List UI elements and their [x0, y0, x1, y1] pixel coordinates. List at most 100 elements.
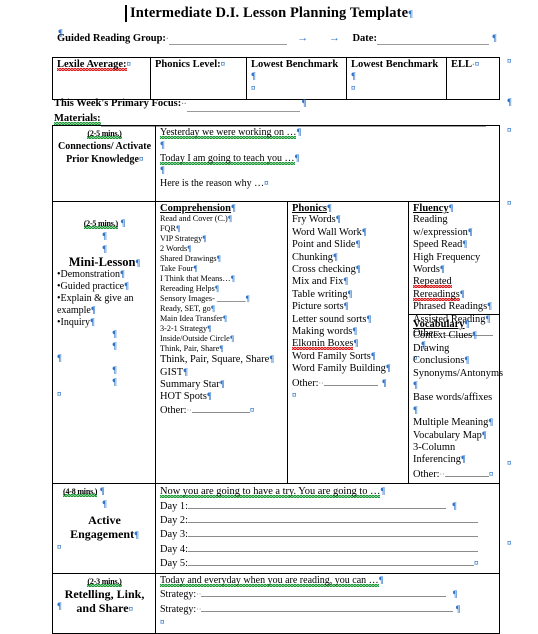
retelling-prompt-text: Today and everyday when you are reading,… — [160, 574, 379, 586]
row-end-mark-mini-lesson: ¤ — [507, 198, 512, 208]
vocabulary-list: Context Clues¶ Drawing Conclusions¶ Syno… — [413, 330, 504, 480]
pilcrow-glyph: ¶ — [353, 338, 359, 349]
pilcrow-glyph: ¶ — [175, 224, 181, 234]
cell-retelling-content[interactable]: Today and everyday when you are reading,… — [155, 572, 500, 634]
comprehension-item-13: Think, Pair, Share — [160, 344, 220, 354]
mini-lesson-bullet-0: Demonstration — [60, 269, 120, 280]
pilcrow-glyph: ¶ — [452, 589, 458, 600]
cell-connections-label[interactable]: (2-5 mins.) Connections/ Activate Prior … — [52, 125, 156, 202]
connections-line-3: Here is the reason why …¤ — [160, 178, 496, 191]
cell-ell[interactable]: ELL·¤ — [446, 57, 500, 100]
comprehension-other-input[interactable] — [191, 403, 250, 414]
fluency-item-3: Repeated Rereadings — [413, 276, 460, 302]
phonics-list: Fry Words¶ Word Wall Work¶ Point and Sli… — [292, 214, 391, 400]
mini-lesson-bullet-1: Guided practice — [60, 281, 125, 292]
pilcrow-blank-1: ¶ — [160, 139, 165, 150]
strategy-1-input[interactable] — [201, 587, 447, 598]
comprehension-item-large-1: GIST — [160, 366, 184, 378]
cell-lowest-benchmark-1[interactable]: Lowest Benchmark¶ ¤ — [246, 57, 347, 100]
pilcrow-blank-ml-1: ¶ — [102, 231, 107, 241]
row-end-pilcrow-focus: ¶ — [507, 97, 512, 107]
cell-phonics[interactable]: Phonics ¶ Fry Words¶ Word Wall Work¶ Poin… — [287, 202, 409, 484]
pilcrow-glyph: ¶ — [124, 281, 129, 291]
pilcrow-glyph: ¶ — [119, 269, 125, 279]
row-end-mark-connections: ¤ — [507, 125, 512, 135]
phonics-other-label: Other: — [292, 377, 319, 389]
cell-end-mark: ¤ — [126, 59, 132, 69]
mini-lesson-label: Mini-Lesson — [68, 255, 136, 269]
primary-focus-line: This Week's Primary Focus:·· ¶ — [54, 97, 504, 112]
cell-end-mark: ¤ — [292, 389, 297, 400]
vocabulary-other-input[interactable] — [444, 467, 489, 477]
cell-lexile-average[interactable]: Lexile Average:¤ — [52, 57, 151, 100]
phonics-heading: Phonics — [292, 203, 328, 214]
phonics-item-1: Word Wall Work — [292, 226, 362, 238]
tab-arrow-icon-2: → — [328, 32, 340, 44]
pilcrow-glyph: ¶ — [333, 251, 338, 262]
day-1-input[interactable] — [188, 499, 446, 509]
pilcrow-glyph: ¶ — [99, 486, 105, 497]
cell-active-engagement-label[interactable]: (4-8 mins.) ¶ ¶ Active Engagement¶ ¤ — [52, 483, 156, 574]
pilcrow-glyph: ¶ — [472, 330, 478, 341]
pilcrow-glyph: ¶ — [385, 363, 391, 374]
pilcrow-glyph: ¶ — [90, 305, 96, 315]
strategy-2-input[interactable] — [201, 602, 454, 613]
pilcrow-glyph: ¶ — [355, 239, 361, 250]
day-4-input[interactable] — [188, 542, 478, 552]
phonics-item-9: Making words — [292, 325, 353, 337]
pilcrow-glyph: ¶ — [347, 288, 353, 299]
active-engagement-prompt-text: Now you are going to have a try. You are… — [160, 486, 381, 498]
row-end-mark-active-engagement: ¤ — [507, 458, 512, 468]
day-1-label: Day 1: — [160, 500, 188, 512]
active-engagement-prompt: Now you are going to have a try. You are… — [160, 485, 496, 498]
cell-retelling-label[interactable]: (2-3 mins.) Retelling, Link, and Share¤ — [52, 572, 156, 634]
connections-line-2-text: Today I am going to teach you … — [160, 152, 295, 164]
strategy-columns-table: Comprehension¶ Read and Cover (C.)¶ FQR¶… — [156, 202, 504, 484]
phonics-item-8: Letter sound sorts — [292, 313, 367, 325]
guided-reading-input[interactable] — [168, 33, 287, 45]
date-input[interactable] — [376, 33, 489, 45]
primary-focus-input[interactable] — [186, 97, 300, 112]
day-5-input[interactable] — [188, 556, 474, 567]
pilcrow-glyph: ¶ — [355, 263, 361, 274]
vocabulary-item-1: Drawing Conclusions — [413, 342, 465, 367]
pilcrow-blank-ml-5: ¶ — [57, 353, 62, 363]
pilcrow-glyph: ¶ — [413, 379, 418, 390]
day-3-input[interactable] — [188, 527, 478, 538]
connections-line-2: Today I am going to teach you …¶ — [160, 152, 496, 166]
fluency-item-4: Phrased Readings — [413, 301, 488, 313]
cell-connections-content[interactable]: Yesterday we were working on …¶ ¶ Today … — [155, 125, 500, 202]
vocabulary-item-5: Vocabulary Map — [413, 429, 482, 441]
connections-label: Connections/ Activate Prior Knowledge — [57, 141, 152, 165]
phonics-level-label: Phonics Level: — [155, 59, 221, 70]
retelling-prompt: Today and everyday when you are reading,… — [160, 574, 496, 588]
pilcrow-glyph: ¶ — [219, 344, 224, 354]
pilcrow-glyph: ¶ — [380, 486, 386, 497]
pilcrow-glyph: ¶ — [481, 429, 487, 440]
cell-end-mark: ¤ — [160, 617, 165, 627]
vocabulary-item-6: 3-Column Inferencing — [413, 441, 461, 466]
phonics-item-6: Table writing — [292, 288, 348, 300]
cell-end-mark: ¤ — [249, 405, 255, 416]
cell-lowest-benchmark-2[interactable]: Lowest Benchmark¶ ¤ — [346, 57, 447, 100]
day-2-input[interactable] — [188, 513, 478, 523]
retelling-mins: (2-3 mins.) — [87, 576, 122, 586]
pilcrow-glyph: ¶ — [183, 366, 188, 377]
cell-mini-lesson-label[interactable]: (2-5 mins.) ¶ ¶ ¶ Mini-Lesson¶ •Demonstr… — [52, 200, 156, 485]
comprehension-item-8: Sensory Images- _______ — [160, 294, 246, 304]
cell-fluency-vocabulary-stack: Fluency¶ Reading w/expression¶ Speed Rea… — [409, 202, 504, 483]
pilcrow-glyph: ¶ — [229, 334, 235, 344]
pilcrow-glyph: ¶ — [120, 218, 126, 228]
pilcrow-glyph: ¶ — [202, 234, 207, 244]
pilcrow-glyph: ¶ — [134, 530, 139, 541]
pilcrow-glyph: ¶ — [452, 500, 457, 511]
cell-fluency[interactable]: Fluency¶ Reading w/expression¶ Speed Rea… — [409, 202, 499, 362]
fluency-item-1: Speed Read — [413, 239, 463, 251]
cell-comprehension[interactable]: Comprehension¶ Read and Cover (C.)¶ FQR¶… — [156, 202, 288, 484]
document-page: Intermediate D.I. Lesson Planning Templa… — [0, 0, 538, 634]
cell-phonics-level[interactable]: Phonics Level:¤ — [150, 57, 247, 100]
comprehension-item-12: Inside/Outside Circle — [160, 334, 230, 344]
cell-active-engagement-content[interactable]: Now you are going to have a try. You are… — [155, 483, 500, 574]
phonics-other-input[interactable] — [323, 376, 378, 386]
cell-end-mark: ¤ — [474, 59, 480, 69]
